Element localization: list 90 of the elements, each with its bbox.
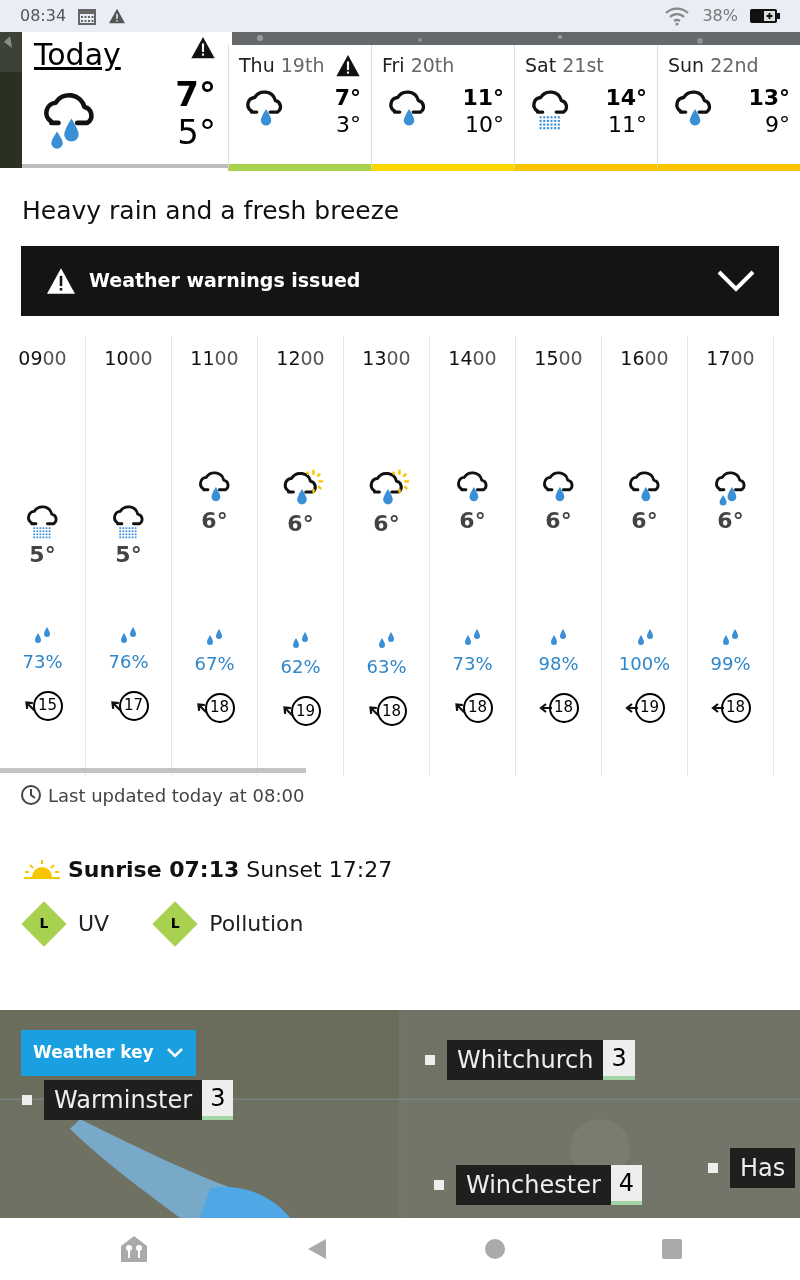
hour-label: 1200	[276, 345, 325, 371]
day-label: Fri 20th	[382, 53, 455, 78]
clock-icon	[20, 784, 42, 806]
low-temperature: 9°	[765, 111, 790, 139]
rain-chance: 99%	[710, 651, 751, 676]
chevron-icon	[717, 269, 755, 292]
battery-percentage: 38%	[702, 5, 738, 27]
temperature: 6°	[717, 509, 744, 532]
temperature: 6°	[373, 513, 400, 536]
place-name[interactable]: Warminster	[44, 1079, 203, 1120]
high-temperature: 13°	[748, 83, 790, 111]
place-marker	[425, 1054, 435, 1065]
wind-speed: 18	[720, 692, 751, 723]
hour-label: 1400	[448, 345, 497, 371]
hour-label: 1500	[534, 345, 583, 371]
temperature: 6°	[545, 509, 572, 532]
temperature: 6°	[287, 513, 314, 536]
rain-chance: 98%	[538, 651, 579, 676]
temperature: 6°	[201, 509, 228, 532]
place-name[interactable]: Winchester	[456, 1164, 611, 1205]
low-temperature: 5°	[177, 115, 216, 149]
sunrise-icon	[24, 859, 60, 879]
high-temperature: 11°	[462, 83, 504, 111]
day-label: Today	[34, 36, 121, 74]
wind-direction-icon	[710, 700, 725, 715]
hour-label: 1300	[362, 345, 411, 371]
warnings-banner[interactable]: Weather warnings issued	[21, 245, 779, 316]
day-tab[interactable]: Fri 20th 11° 10°	[371, 45, 514, 171]
chevron-icon	[165, 1046, 184, 1059]
temperature: 5°	[29, 543, 56, 566]
temperature: 6°	[631, 509, 658, 532]
day-label: Sat 21st	[525, 53, 604, 78]
rain-chance: 67%	[194, 651, 235, 676]
calendar-icon	[78, 7, 97, 25]
app-icon[interactable]	[118, 1233, 149, 1264]
day-tab[interactable]: Thu 19th 7° 3°	[228, 45, 371, 171]
hour-label: 1700	[706, 345, 755, 371]
level-badge: L	[153, 901, 198, 946]
day-label: Sun 22nd	[668, 53, 759, 78]
high-temperature: 7°	[175, 77, 216, 111]
place-temperature: 3	[202, 1079, 234, 1120]
temperature: 5°	[115, 543, 142, 566]
high-temperature: 14°	[605, 83, 647, 111]
weather-summary: Heavy rain and a fresh breeze	[21, 195, 401, 227]
wind-speed: 18	[376, 696, 407, 727]
place-temperature: 3	[603, 1039, 635, 1080]
day-label: Thu 19th	[239, 53, 325, 78]
wind-speed: 15	[32, 690, 63, 721]
place-name[interactable]: Whitchurch	[447, 1039, 604, 1080]
rain-chance: 76%	[108, 649, 149, 674]
clock: 08:34	[20, 5, 67, 27]
home-icon[interactable]	[484, 1238, 505, 1259]
hour-label: 0900	[18, 345, 67, 371]
wind-direction-icon	[624, 700, 639, 715]
rain-chance: 62%	[280, 655, 321, 680]
warning-icon	[108, 8, 127, 24]
day-tab[interactable]: Sun 22nd 13° 9°	[657, 45, 800, 171]
wind-speed: 19	[634, 692, 665, 723]
place-name[interactable]: Has	[730, 1147, 796, 1188]
level-badge: L	[22, 901, 66, 946]
low-temperature: 11°	[608, 111, 647, 139]
rain-chance: 100%	[618, 651, 671, 676]
day-tab[interactable]: Sat 21st 14° 11°	[514, 45, 657, 171]
place-marker	[434, 1179, 444, 1190]
wind-direction-icon	[538, 700, 553, 715]
hour-label: 1100	[190, 345, 239, 371]
warning-icon	[45, 266, 77, 295]
wind-speed: 17	[118, 690, 149, 721]
low-temperature: 3°	[336, 111, 361, 139]
index-label: Pollution	[209, 910, 304, 938]
recents-icon[interactable]	[661, 1238, 682, 1259]
hour-label: 1600	[620, 345, 669, 371]
wind-speed: 19	[290, 696, 321, 727]
sun-times: Sunrise 07:13 Sunset 17:27	[68, 855, 393, 884]
hour-label: 1000	[104, 345, 153, 371]
index-label: UV	[78, 910, 110, 938]
temperature: 6°	[459, 509, 486, 532]
battery-icon	[750, 8, 780, 24]
rain-chance: 73%	[452, 651, 493, 676]
high-temperature: 7°	[334, 83, 361, 111]
wifi-icon	[664, 6, 691, 26]
wind-speed: 18	[548, 692, 579, 723]
place-marker	[22, 1094, 32, 1105]
low-temperature: 10°	[465, 111, 504, 139]
place-marker	[708, 1162, 718, 1173]
wind-speed: 18	[462, 692, 493, 723]
wind-speed: 18	[204, 692, 235, 723]
rain-chance: 63%	[366, 655, 407, 680]
last-updated: Last updated today at 08:00	[48, 783, 305, 808]
rain-chance: 73%	[22, 649, 63, 674]
